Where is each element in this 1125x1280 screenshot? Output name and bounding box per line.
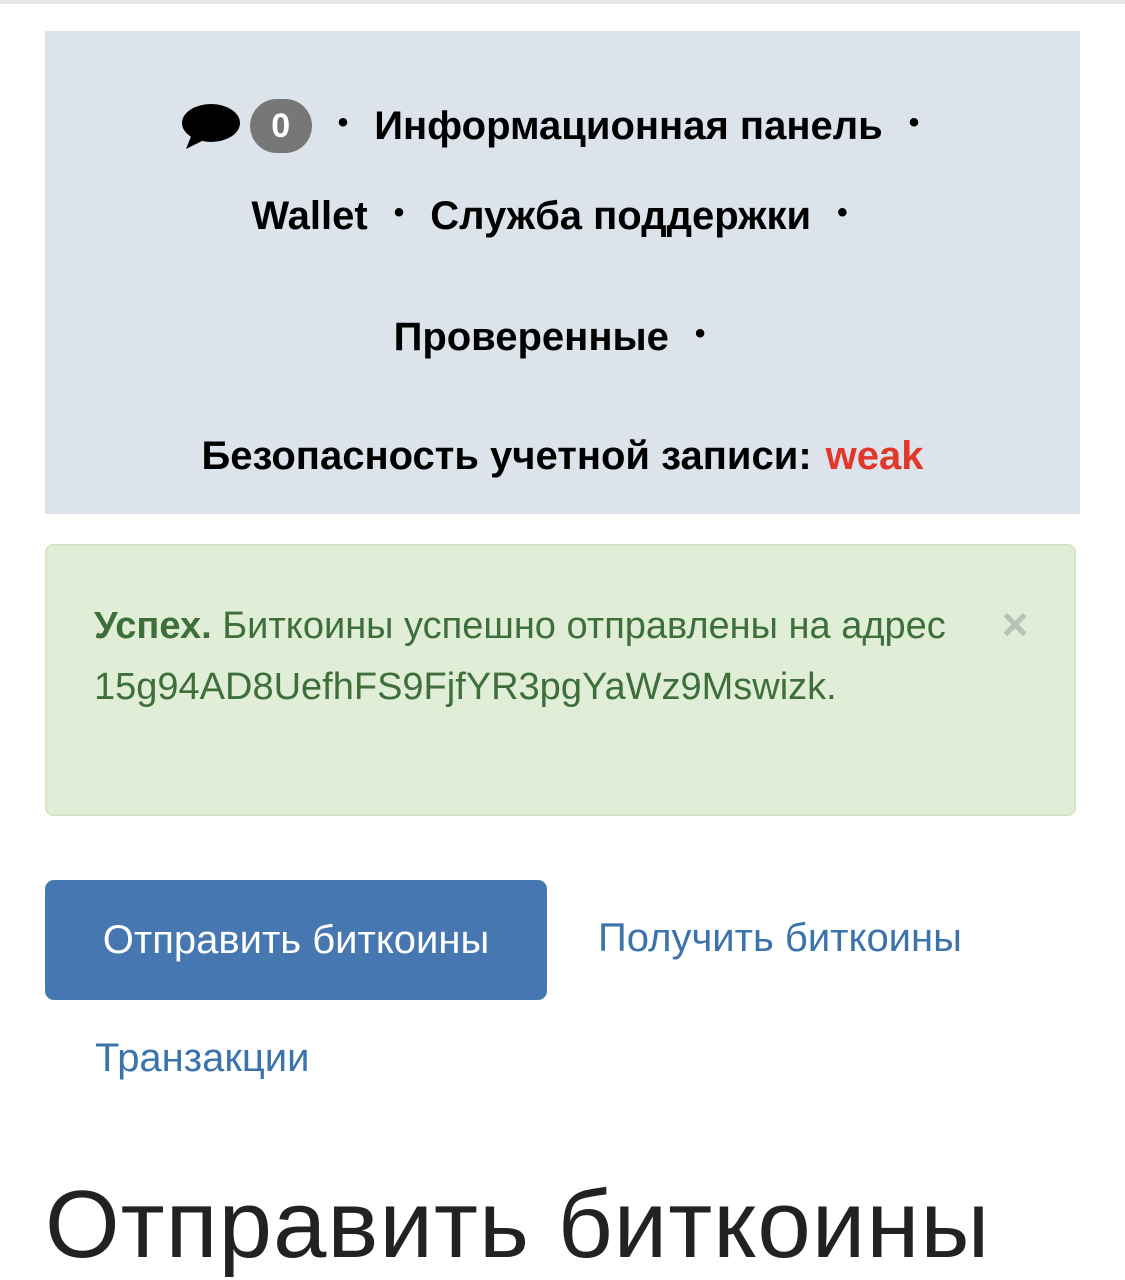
nav-separator: •	[393, 196, 405, 229]
alert-title: Успех.	[94, 605, 212, 647]
top-border	[0, 0, 1125, 4]
nav-row-2: Wallet • Служба поддержки •	[45, 183, 1080, 249]
nav-separator: •	[337, 106, 349, 139]
message-count-badge[interactable]: 0	[249, 99, 312, 153]
security-status[interactable]: weak	[826, 434, 924, 479]
alert-text: Успех. Биткоины успешно отправлены на ад…	[94, 596, 954, 718]
success-alert: Успех. Биткоины успешно отправлены на ад…	[45, 544, 1076, 816]
receive-bitcoins-link[interactable]: Получить биткоины	[598, 916, 962, 961]
close-icon[interactable]: ×	[995, 601, 1035, 647]
security-label: Безопасность учетной записи:	[201, 433, 812, 478]
nav-link-dashboard[interactable]: Информационная панель	[374, 104, 882, 149]
nav-separator: •	[837, 196, 848, 229]
speech-bubble-icon[interactable]	[180, 101, 242, 151]
page-title: Отправить биткоины	[45, 1171, 991, 1278]
nav-link-support[interactable]: Служба поддержки	[430, 194, 811, 239]
send-bitcoins-button[interactable]: Отправить биткоины	[45, 880, 547, 1000]
nav-link-verified[interactable]: Проверенные	[394, 315, 669, 360]
transactions-link[interactable]: Транзакции	[95, 1036, 309, 1081]
top-nav: 0 • Информационная панель • Wallet • Слу…	[45, 31, 1080, 514]
nav-link-wallet[interactable]: Wallet	[251, 194, 367, 239]
alert-message: Биткоины успешно отправлены на адрес 15g…	[94, 605, 946, 708]
nav-row-1: 0 • Информационная панель •	[45, 93, 1080, 159]
account-security: Безопасность учетной записи: weak	[45, 423, 1080, 489]
nav-separator: •	[908, 106, 920, 139]
nav-row-3: Проверенные •	[45, 304, 1080, 370]
nav-separator: •	[694, 317, 706, 350]
